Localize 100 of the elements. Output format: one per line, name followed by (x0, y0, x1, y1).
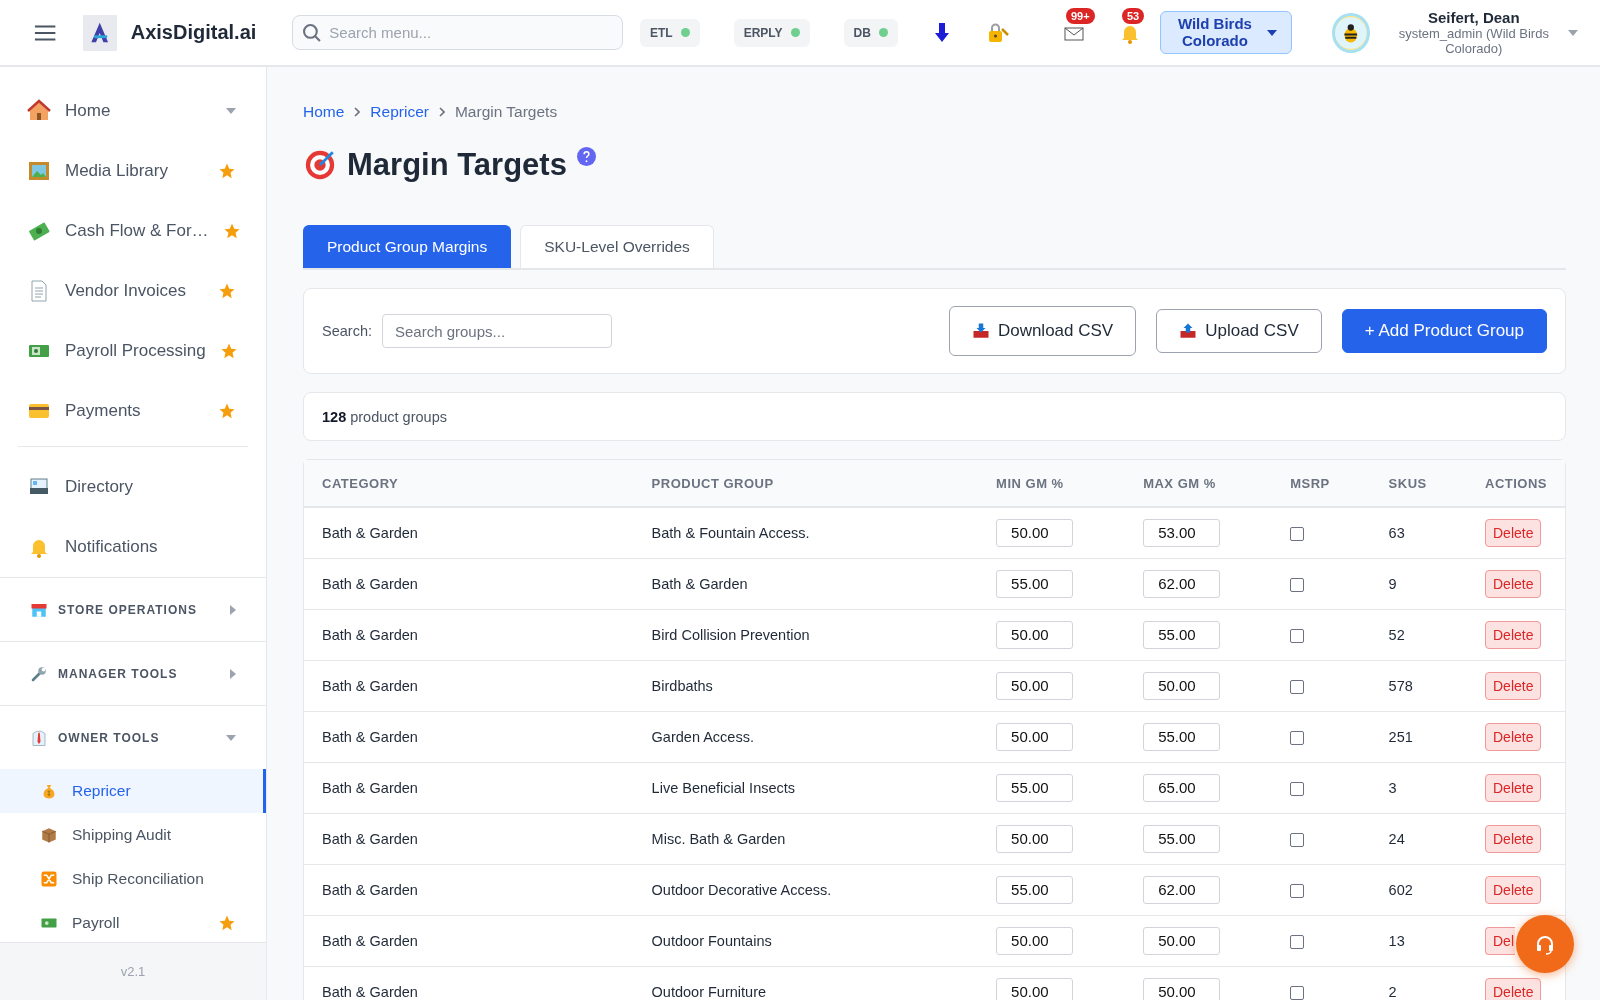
table-cell: Bath & Garden (304, 813, 634, 864)
number-field[interactable]: 55.00 (1143, 722, 1221, 751)
sidebar-item[interactable]: Shipping Audit (0, 813, 266, 857)
number-field[interactable]: 62.00 (1143, 875, 1221, 904)
sidebar-item[interactable]: Media Library (0, 141, 266, 201)
number-field[interactable]: 50.00 (1143, 926, 1221, 955)
table-cell: Bath & Garden (304, 558, 634, 609)
delete-button[interactable]: Delete (1485, 518, 1542, 547)
sidebar-item[interactable]: Directory (0, 457, 266, 517)
column-header: MAX GM % (1125, 460, 1273, 507)
shirt-tie-icon (30, 728, 48, 747)
help-icon[interactable] (576, 147, 596, 166)
sidebar-item[interactable]: Cash Flow & For… (0, 201, 266, 261)
download-button[interactable]: Download CSV (948, 306, 1137, 356)
upload-button[interactable]: Upload CSV (1156, 309, 1322, 353)
number-field[interactable]: 50.00 (996, 722, 1074, 751)
delete-button[interactable]: Delete (1485, 773, 1542, 802)
column-header: CATEGORY (304, 460, 634, 507)
logo-icon (83, 14, 117, 51)
favorite-star-icon[interactable] (218, 402, 236, 420)
number-field[interactable]: 55.00 (1143, 620, 1221, 649)
result-count: 128 product groups (322, 408, 447, 425)
outbox-tray-icon (1179, 322, 1198, 340)
number-field[interactable]: 50.00 (996, 518, 1074, 547)
checkbox[interactable] (1290, 577, 1305, 592)
number-field[interactable]: 50.00 (1143, 671, 1221, 700)
sidebar-item[interactable]: Home (0, 81, 266, 141)
table-cell: 2 (1370, 966, 1467, 1000)
search-field[interactable]: Search menu... (292, 15, 623, 50)
number-field[interactable]: 53.00 (1143, 518, 1221, 547)
delete-button[interactable]: Delete (1485, 875, 1542, 904)
number-field[interactable]: 50.00 (996, 620, 1074, 649)
sidebar-section-header[interactable]: MANAGER TOOLS (0, 641, 266, 705)
table-cell: 63 (1370, 507, 1467, 558)
status-label: ERPLY (743, 25, 783, 40)
column-header: SKUS (1370, 460, 1467, 507)
package-icon (40, 826, 58, 844)
shuffle-icon (40, 870, 58, 888)
number-field[interactable]: 62.00 (1143, 569, 1221, 598)
sidebar-item[interactable]: Payments (0, 381, 266, 441)
house-icon (27, 99, 51, 123)
checkbox[interactable] (1290, 985, 1305, 1000)
checkbox[interactable] (1290, 526, 1305, 541)
sidebar-item[interactable]: Payroll (0, 901, 266, 942)
favorite-star-icon[interactable] (218, 914, 236, 932)
favorite-star-icon[interactable] (218, 282, 236, 300)
favorite-star-icon[interactable] (218, 162, 236, 180)
checkbox[interactable] (1290, 934, 1305, 949)
avatar-icon[interactable] (1331, 12, 1370, 53)
delete-button[interactable]: Delete (1485, 977, 1542, 1000)
checkbox[interactable] (1290, 832, 1305, 847)
number-field[interactable]: 50.00 (996, 671, 1074, 700)
sidebar-section-header[interactable]: STORE OPERATIONS (0, 577, 266, 641)
sidebar-item[interactable]: Vendor Invoices (0, 261, 266, 321)
menu-icon[interactable] (34, 23, 57, 42)
sidebar-item[interactable]: Repricer (0, 769, 266, 813)
table-cell: 578 (1370, 660, 1467, 711)
number-field[interactable]: 50.00 (996, 926, 1074, 955)
delete-button[interactable]: Delete (1485, 722, 1542, 751)
breadcrumb-link[interactable]: Repricer (370, 103, 429, 121)
table-cell: Bath & Garden (304, 609, 634, 660)
table-cell: 24 (1370, 813, 1467, 864)
notification-badge: 53 (1121, 7, 1145, 24)
favorite-star-icon[interactable] (219, 342, 238, 360)
chevron-icon (438, 107, 445, 117)
favorite-star-icon[interactable] (222, 222, 241, 240)
number-field[interactable]: 55.00 (996, 569, 1074, 598)
tab[interactable]: SKU-Level Overrides (520, 225, 714, 268)
number-field[interactable]: 55.00 (996, 875, 1074, 904)
number-field[interactable]: 55.00 (996, 773, 1074, 802)
table-cell: 52 (1370, 609, 1467, 660)
checkbox[interactable] (1290, 781, 1305, 796)
delete-button[interactable]: Delete (1485, 824, 1542, 853)
checkbox[interactable] (1290, 883, 1305, 898)
delete-button[interactable]: Delete (1485, 620, 1542, 649)
delete-button[interactable]: Del (1485, 926, 1515, 955)
delete-button[interactable]: Delete (1485, 569, 1542, 598)
sidebar-item[interactable]: Notifications (0, 517, 266, 577)
caret-icon[interactable] (1568, 29, 1578, 36)
number-field[interactable]: 65.00 (1143, 773, 1221, 802)
table-cell: Bath & Fountain Access. (633, 507, 979, 558)
search-field[interactable]: Search groups... (382, 314, 612, 348)
number-field[interactable]: 50.00 (996, 824, 1074, 853)
delete-button[interactable]: Delete (1485, 671, 1542, 700)
breadcrumb-link[interactable]: Home (303, 103, 345, 121)
caret-icon[interactable] (226, 108, 236, 114)
breadcrumb-current: Margin Targets (454, 103, 558, 121)
number-field[interactable]: 50.00 (1143, 977, 1221, 1000)
sidebar-item[interactable]: Payroll Processing (0, 321, 266, 381)
tab[interactable]: Product Group Margins (303, 225, 512, 268)
checkbox[interactable] (1290, 730, 1305, 745)
checkbox[interactable] (1290, 628, 1305, 643)
user-role: system_admin (Wild Birds Colorado) (1397, 26, 1550, 56)
checkbox[interactable] (1290, 679, 1305, 694)
number-field[interactable]: 55.00 (1143, 824, 1221, 853)
store-selector[interactable]: Wild Birds Colorado (1159, 11, 1292, 54)
number-field[interactable]: 50.00 (996, 977, 1074, 1000)
table-cell: Bath & Garden (304, 507, 634, 558)
add-button[interactable]: + Add Product Group (1341, 309, 1547, 353)
sidebar-item[interactable]: Ship Reconciliation (0, 857, 266, 901)
